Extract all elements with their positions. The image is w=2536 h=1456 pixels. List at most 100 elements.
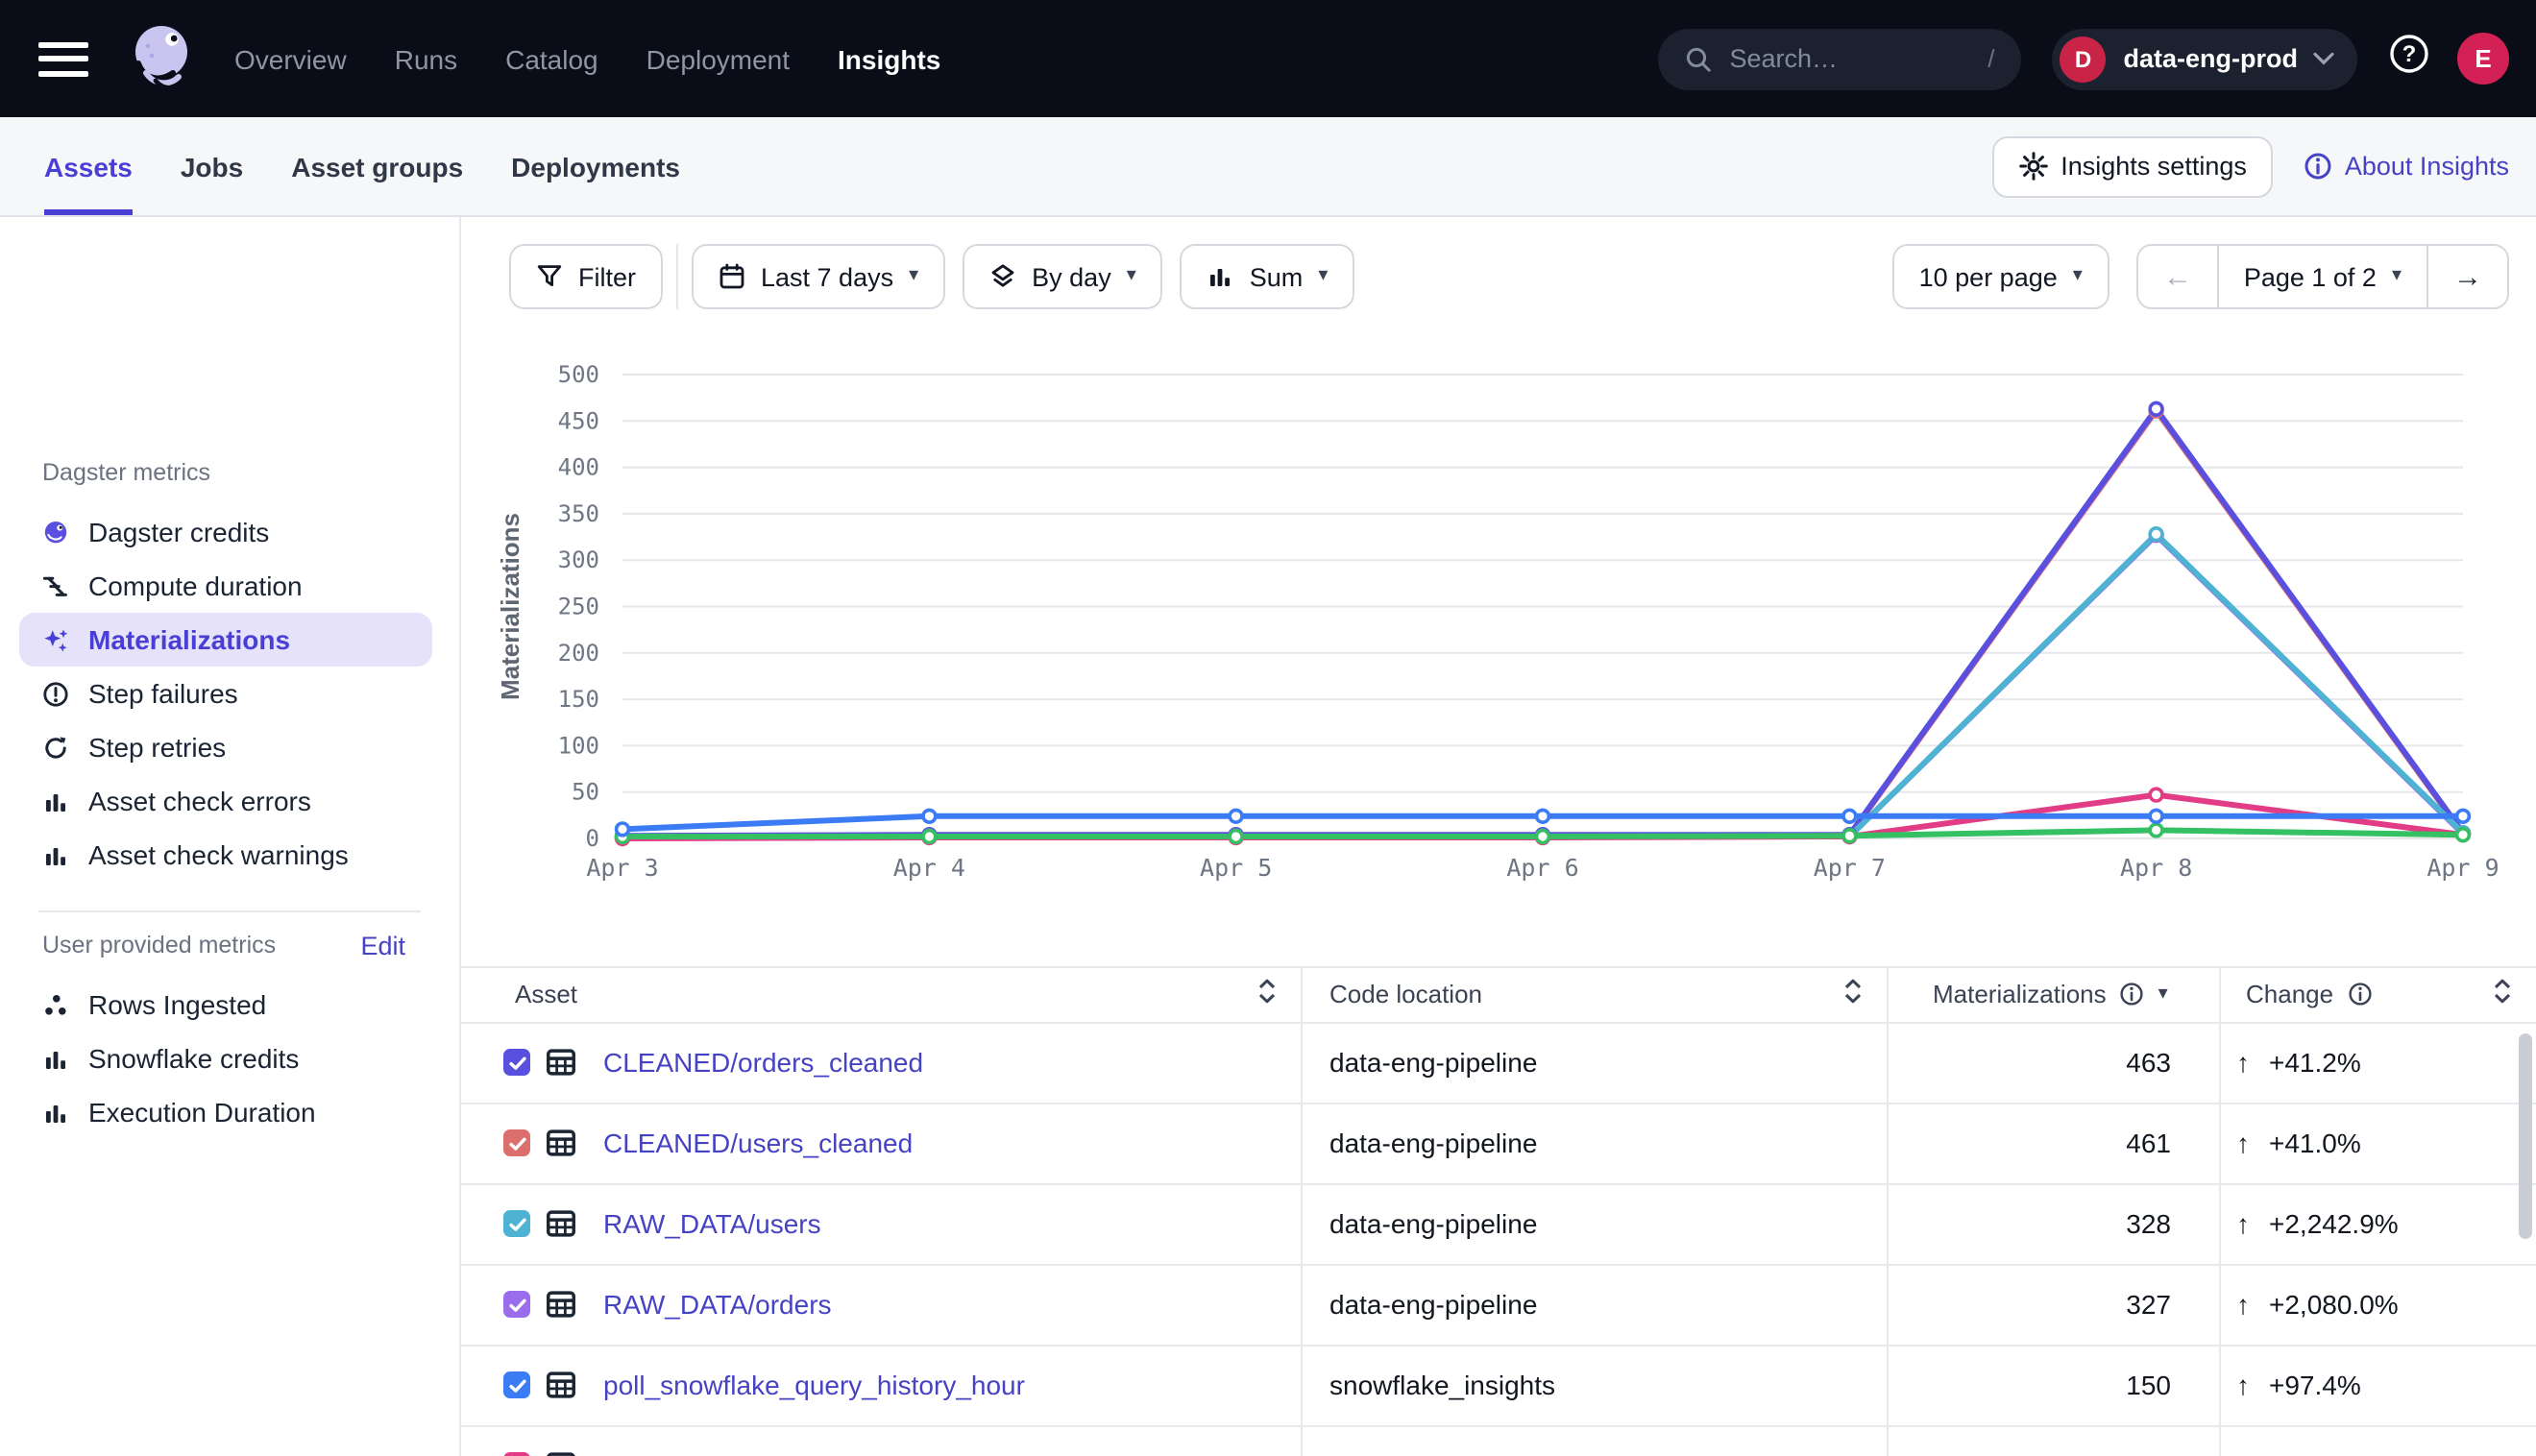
sidebar-item-materializations[interactable]: Materializations	[19, 613, 432, 667]
nav-item-overview[interactable]: Overview	[234, 43, 347, 74]
row-checkbox[interactable]	[503, 1210, 530, 1237]
table-icon	[546, 1450, 576, 1456]
chevron-down-icon: ▾	[1318, 267, 1328, 286]
sidebar-item-label: Execution Duration	[88, 1097, 316, 1128]
materializations-cell: 150	[1887, 1346, 2219, 1424]
assets-table: Asset Code location Materializations	[461, 966, 2536, 1456]
bar-chart-icon	[42, 788, 69, 814]
dagster-metrics-section-label: Dagster metrics	[42, 459, 210, 486]
info-icon[interactable]	[2347, 983, 2372, 1007]
group-by-button[interactable]: By day ▾	[963, 244, 1163, 309]
nav-item-catalog[interactable]: Catalog	[505, 43, 598, 74]
chevron-down-icon[interactable]: ▾	[2158, 985, 2168, 1005]
tab-assets[interactable]: Assets	[44, 117, 133, 215]
table-body: CLEANED/orders_cleaneddata-eng-pipeline4…	[461, 1023, 2536, 1456]
sidebar-item-rows-ingested[interactable]: Rows Ingested	[19, 978, 432, 1031]
sidebar-item-snowflake-credits[interactable]: Snowflake credits	[19, 1031, 432, 1085]
sidebar-item-asset-check-errors[interactable]: Asset check errors	[19, 774, 432, 828]
column-header-change[interactable]: Change	[2219, 968, 2536, 1021]
next-page-button[interactable]: →	[2426, 246, 2507, 307]
row-checkbox[interactable]	[503, 1129, 530, 1156]
per-page-button[interactable]: 10 per page ▾	[1892, 244, 2109, 309]
sidebar-item-asset-check-warnings[interactable]: Asset check warnings	[19, 828, 432, 882]
pagination-control: ← Page 1 of 2 ▾ →	[2136, 244, 2509, 309]
sidebar-item-label: Asset check warnings	[88, 839, 349, 870]
row-checkbox[interactable]	[503, 1291, 530, 1318]
help-icon[interactable]: ?	[2388, 33, 2430, 85]
row-checkbox[interactable]	[503, 1371, 530, 1398]
org-badge: D	[2060, 36, 2107, 82]
change-cell: ↑+1,075.0%	[2219, 1426, 2536, 1456]
tab-asset-groups[interactable]: Asset groups	[291, 117, 463, 215]
dagster-logo-icon	[42, 519, 69, 546]
sidebar-item-step-failures[interactable]: Step failures	[19, 667, 432, 720]
sidebar-item-execution-duration[interactable]: Execution Duration	[19, 1085, 432, 1139]
sidebar-item-step-retries[interactable]: Step retries	[19, 720, 432, 774]
edit-user-metrics-link[interactable]: Edit	[360, 932, 405, 960]
sidebar-item-label: Asset check errors	[88, 786, 311, 816]
page-selector[interactable]: Page 1 of 2 ▾	[2217, 246, 2426, 307]
user-avatar[interactable]: E	[2457, 33, 2509, 85]
bar-chart-icon	[42, 841, 69, 868]
org-switcher[interactable]: D data-eng-prod	[2053, 28, 2358, 89]
asset-link[interactable]: poll_snowflake_query_history_hour	[603, 1370, 1025, 1400]
search-placeholder: Search…	[1730, 44, 1839, 73]
code-location-cell: data-eng-pipeline	[1301, 1265, 1887, 1344]
sidebar-item-compute-duration[interactable]: Compute duration	[19, 559, 432, 613]
row-checkbox[interactable]	[503, 1049, 530, 1076]
sidebar-item-dagster-credits[interactable]: Dagster credits	[19, 505, 432, 559]
right-arrow-icon: →	[2453, 260, 2482, 293]
materializations-line-chart[interactable]: 050100150200250300350400450500Apr 3Apr 4…	[461, 303, 2536, 910]
tab-deployments[interactable]: Deployments	[511, 117, 680, 215]
retry-icon	[42, 734, 69, 761]
date-range-button[interactable]: Last 7 days ▾	[692, 244, 945, 309]
date-range-label: Last 7 days	[761, 262, 893, 291]
svg-text:450: 450	[558, 407, 599, 434]
org-name: data-eng-prod	[2124, 44, 2299, 73]
code-location-cell: data-eng-pipeline	[1301, 1023, 1887, 1102]
up-arrow-icon: ↑	[2236, 1128, 2250, 1158]
nav-item-runs[interactable]: Runs	[395, 43, 457, 74]
sidebar-item-label: Step retries	[88, 732, 226, 763]
sort-icon[interactable]	[1842, 979, 1864, 1011]
row-checkbox[interactable]	[503, 1452, 530, 1456]
table-row: CLEANED/…data-eng-pipeline47↑+1,075.0%	[461, 1426, 2536, 1456]
table-icon	[546, 1208, 576, 1239]
filter-button[interactable]: Filter	[509, 244, 663, 309]
search-input[interactable]: Search… /	[1659, 28, 2022, 89]
asset-link[interactable]: RAW_DATA/users	[603, 1208, 821, 1239]
asset-link[interactable]: CLEANED/orders_cleaned	[603, 1047, 923, 1078]
vertical-scrollbar[interactable]	[2519, 1033, 2532, 1239]
info-icon[interactable]	[2120, 983, 2145, 1007]
svg-text:Apr 7: Apr 7	[1814, 854, 1886, 882]
user-metrics-section-label: User provided metrics	[42, 932, 276, 959]
toolbar-divider	[676, 244, 678, 309]
layers-icon	[989, 263, 1016, 290]
column-header-materializations[interactable]: Materializations ▾	[1887, 968, 2219, 1021]
dagster-logo-icon[interactable]	[123, 16, 200, 101]
code-location-cell: data-eng-pipeline	[1301, 1104, 1887, 1182]
svg-text:Apr 8: Apr 8	[2120, 854, 2192, 882]
aggregation-button[interactable]: Sum ▾	[1181, 244, 1355, 309]
column-header-code-location[interactable]: Code location	[1301, 968, 1887, 1021]
hamburger-menu-icon[interactable]	[38, 41, 88, 76]
nav-item-insights[interactable]: Insights	[838, 43, 940, 74]
asset-link[interactable]: RAW_DATA/orders	[603, 1289, 832, 1320]
insights-settings-button[interactable]: Insights settings	[1991, 135, 2274, 197]
nav-item-deployment[interactable]: Deployment	[646, 43, 790, 74]
about-insights-link[interactable]: About Insights	[2304, 152, 2509, 181]
prev-page-button[interactable]: ←	[2138, 246, 2217, 307]
sort-icon[interactable]	[2492, 979, 2513, 1011]
asset-link[interactable]: CLEANED/…	[603, 1450, 765, 1456]
tab-jobs[interactable]: Jobs	[181, 117, 243, 215]
sort-icon[interactable]	[1256, 979, 1278, 1011]
funnel-icon	[536, 263, 563, 290]
asset-link[interactable]: CLEANED/users_cleaned	[603, 1128, 913, 1158]
svg-text:Materializations: Materializations	[496, 513, 524, 700]
primary-nav: Overview Runs Catalog Deployment Insights	[234, 43, 940, 74]
column-header-asset[interactable]: Asset	[461, 968, 1301, 1021]
code-location-cell: snowflake_insights	[1301, 1346, 1887, 1424]
filter-label: Filter	[578, 262, 636, 291]
bar-chart-icon	[1207, 263, 1234, 290]
chart-toolbar: Filter Last 7 days ▾ By day ▾	[509, 244, 2509, 309]
